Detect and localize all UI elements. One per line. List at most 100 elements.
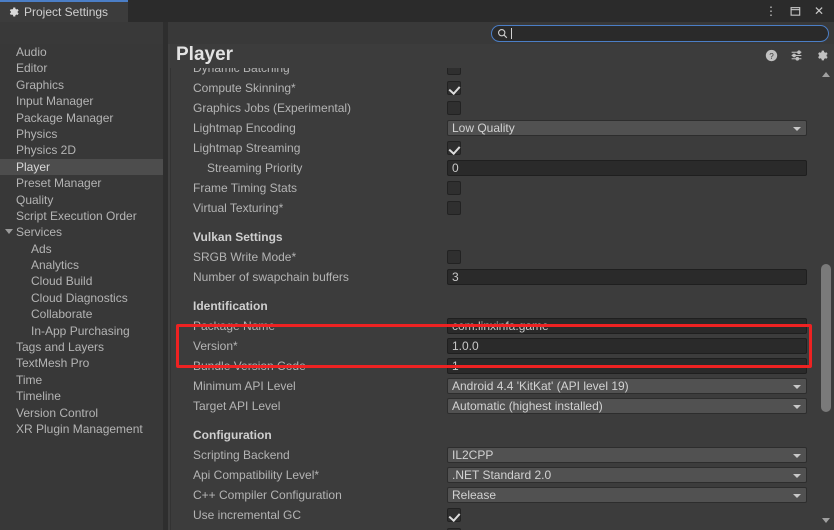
checkbox-use-incremental-gc[interactable] — [447, 508, 461, 522]
sidebar-item-audio[interactable]: Audio — [0, 44, 163, 60]
sidebar-item-label: Ads — [31, 241, 52, 256]
sidebar-item-textmesh-pro[interactable]: TextMesh Pro — [0, 355, 163, 371]
settings-vertical-scrollbar[interactable] — [818, 68, 834, 530]
sidebar-item-ads[interactable]: Ads — [0, 241, 163, 257]
sidebar-item-quality[interactable]: Quality — [0, 192, 163, 208]
help-icon[interactable]: ? — [764, 48, 778, 62]
row-spacer — [171, 218, 818, 227]
checkbox-compute-skinning[interactable] — [447, 81, 461, 95]
dropdown-minimum-api-level[interactable]: Android 4.4 'KitKat' (API level 19) — [447, 378, 807, 394]
checkbox-dynamic-batching[interactable] — [447, 68, 461, 75]
sidebar-item-label: Version Control — [16, 405, 99, 420]
checkbox-frame-timing-stats[interactable] — [447, 181, 461, 195]
sidebar-item-physics[interactable]: Physics — [0, 126, 163, 142]
sidebar-item-label: TextMesh Pro — [16, 356, 90, 371]
sidebar-item-tags-and-layers[interactable]: Tags and Layers — [0, 339, 163, 355]
setting-row-scripting-backend: Scripting Backend IL2CPP — [171, 445, 818, 465]
sidebar-item-services[interactable]: Services — [0, 224, 163, 240]
text-caret — [511, 28, 512, 39]
input-bundle-version-code[interactable]: 1 — [447, 358, 807, 374]
search-icon — [497, 28, 508, 39]
sidebar-item-version-control[interactable]: Version Control — [0, 405, 163, 421]
setting-label: Minimum API Level — [193, 379, 296, 393]
sidebar-item-input-manager[interactable]: Input Manager — [0, 93, 163, 109]
dropdown-value: .NET Standard 2.0 — [452, 468, 552, 482]
sidebar-item-label: Physics — [16, 126, 58, 141]
setting-label: Dynamic Batching — [193, 68, 290, 75]
search-box[interactable] — [491, 25, 829, 42]
window-titlebar: Project Settings ⋮ ✕ — [0, 0, 834, 22]
panel-header-icons: ? — [764, 48, 828, 62]
input-package-name[interactable]: com.linxinfa.game — [447, 318, 807, 334]
sidebar-item-graphics[interactable]: Graphics — [0, 77, 163, 93]
checkbox-virtual-texturing[interactable] — [447, 201, 461, 215]
sidebar-item-timeline[interactable]: Timeline — [0, 388, 163, 404]
maximize-icon[interactable] — [788, 4, 802, 18]
dropdown-value: Release — [452, 488, 497, 502]
chevron-down-icon — [793, 454, 801, 458]
setting-row-vulkan-settings: Vulkan Settings — [171, 227, 818, 247]
dropdown-value: Automatic (highest installed) — [452, 399, 603, 413]
window-controls: ⋮ ✕ — [764, 0, 830, 22]
input-streaming-priority[interactable]: 0 — [447, 160, 807, 176]
sidebar-item-in-app-purchasing[interactable]: In-App Purchasing — [0, 323, 163, 339]
chevron-down-icon — [793, 494, 801, 498]
sidebar-item-label: Time — [16, 372, 43, 387]
sidebar-item-label: Tags and Layers — [16, 340, 105, 355]
setting-label: SRGB Write Mode* — [193, 250, 297, 264]
scroll-up-arrow-icon[interactable] — [822, 72, 830, 77]
dropdown-c-compiler-configuration[interactable]: Release — [447, 487, 807, 503]
sidebar-item-collaborate[interactable]: Collaborate — [0, 306, 163, 322]
settings-list: Dynamic Batching Compute Skinning* Graphic… — [170, 68, 818, 530]
sidebar-item-label: Quality — [16, 192, 54, 207]
chevron-down-icon[interactable] — [5, 229, 13, 237]
checkbox-lightmap-streaming[interactable] — [447, 141, 461, 155]
setting-row-graphics-jobs-experimental: Graphics Jobs (Experimental) — [171, 98, 818, 118]
input-version[interactable]: 1.0.0 — [447, 338, 807, 354]
sidebar-item-label: Package Manager — [16, 110, 114, 125]
gear-icon[interactable] — [814, 48, 828, 62]
setting-label: Use incremental GC — [193, 508, 302, 522]
dropdown-api-compatibility-level[interactable]: .NET Standard 2.0 — [447, 467, 807, 483]
sidebar-item-physics-2d[interactable]: Physics 2D — [0, 142, 163, 158]
sidebar-item-package-manager[interactable]: Package Manager — [0, 110, 163, 126]
checkbox-graphics-jobs-experimental[interactable] — [447, 101, 461, 115]
search-input[interactable] — [515, 27, 815, 40]
setting-row-use-incremental-gc: Use incremental GC — [171, 505, 818, 525]
sidebar-item-analytics[interactable]: Analytics — [0, 257, 163, 273]
setting-label: Virtual Texturing* — [193, 201, 284, 215]
sidebar-item-player[interactable]: Player — [0, 158, 163, 176]
sidebar-item-label: Timeline — [16, 389, 61, 404]
dropdown-lightmap-encoding[interactable]: Low Quality — [447, 120, 807, 136]
settings-sidebar[interactable]: Audio Editor Graphics Input Manager Package … — [0, 44, 163, 509]
sidebar-item-cloud-build[interactable]: Cloud Build — [0, 273, 163, 289]
sidebar-item-preset-manager[interactable]: Preset Manager — [0, 175, 163, 191]
setting-label: Api Compatibility Level* — [193, 468, 320, 482]
dropdown-scripting-backend[interactable]: IL2CPP — [447, 447, 807, 463]
sidebar-item-label: Graphics — [16, 77, 65, 92]
setting-label: Package Name — [193, 319, 276, 333]
sidebar-item-label: In-App Purchasing — [31, 323, 130, 338]
kebab-menu-icon[interactable]: ⋮ — [764, 4, 778, 18]
checkbox-srgb-write-mode[interactable] — [447, 250, 461, 264]
sidebar-item-xr-plugin-management[interactable]: XR Plugin Management — [0, 421, 163, 437]
sidebar-item-cloud-diagnostics[interactable]: Cloud Diagnostics — [0, 290, 163, 306]
setting-row-target-api-level: Target API Level Automatic (highest insta… — [171, 396, 818, 416]
input-number-of-swapchain-buffers[interactable]: 3 — [447, 269, 807, 285]
setting-row-lightmap-encoding: Lightmap Encoding Low Quality — [171, 118, 818, 138]
sidebar-item-editor[interactable]: Editor — [0, 60, 163, 76]
sidebar-item-script-execution-order[interactable]: Script Execution Order — [0, 208, 163, 224]
close-icon[interactable]: ✕ — [812, 4, 826, 18]
scrollbar-thumb[interactable] — [821, 264, 831, 412]
setting-label: Target API Level — [193, 399, 281, 413]
sidebar-horizontal-scroll[interactable] — [0, 509, 163, 530]
tab-project-settings[interactable]: Project Settings — [0, 0, 128, 22]
setting-row-identification: Identification — [171, 296, 818, 316]
preset-icon[interactable] — [789, 48, 803, 62]
sidebar-item-time[interactable]: Time — [0, 372, 163, 388]
scroll-down-arrow-icon[interactable] — [822, 518, 830, 523]
sidebar-item-label: Input Manager — [16, 94, 94, 109]
page-title: Player — [176, 44, 234, 65]
dropdown-target-api-level[interactable]: Automatic (highest installed) — [447, 398, 807, 414]
setting-row-c-compiler-configuration: C++ Compiler Configuration Release — [171, 485, 818, 505]
